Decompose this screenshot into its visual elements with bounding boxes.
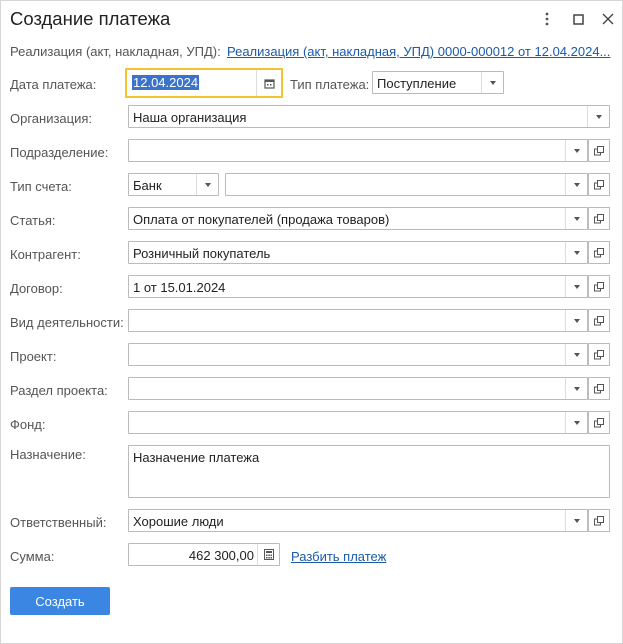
open-contract-button[interactable]: [588, 275, 610, 298]
account-type-label: Тип счета:: [10, 179, 72, 194]
chevron-down-icon[interactable]: [565, 344, 587, 365]
open-division-button[interactable]: [588, 139, 610, 162]
project-section-label: Раздел проекта:: [10, 383, 108, 398]
basis-document-link[interactable]: Реализация (акт, накладная, УПД) 0000-00…: [227, 44, 610, 59]
chevron-down-icon[interactable]: [196, 174, 218, 195]
amount-value: 462 300,00: [188, 548, 254, 563]
calendar-icon[interactable]: [256, 70, 281, 96]
responsible-value: Хорошие люди: [133, 514, 224, 529]
contract-select[interactable]: 1 от 15.01.2024: [128, 275, 588, 298]
calculator-icon[interactable]: [257, 544, 279, 565]
article-label: Статья:: [10, 213, 56, 228]
open-icon: [594, 515, 604, 525]
project-label: Проект:: [10, 349, 57, 364]
organization-select[interactable]: Наша организация: [128, 105, 610, 128]
open-icon: [594, 247, 604, 257]
create-button[interactable]: Создать: [10, 587, 110, 615]
article-select[interactable]: Оплата от покупателей (продажа товаров): [128, 207, 588, 230]
open-icon: [594, 281, 604, 291]
open-icon: [594, 213, 604, 223]
contract-value: 1 от 15.01.2024: [133, 280, 226, 295]
chevron-down-icon[interactable]: [565, 208, 587, 229]
chevron-down-icon[interactable]: [481, 72, 503, 93]
purpose-label: Назначение:: [10, 447, 86, 462]
split-payment-link[interactable]: Разбить платеж: [291, 549, 386, 564]
project-select[interactable]: [128, 343, 588, 366]
date-field[interactable]: 12.04.2024: [125, 68, 283, 98]
division-select[interactable]: [128, 139, 588, 162]
organization-value: Наша организация: [133, 110, 247, 125]
amount-label: Сумма:: [10, 549, 55, 564]
chevron-down-icon[interactable]: [565, 378, 587, 399]
date-value: 12.04.2024: [132, 75, 200, 90]
project-section-select[interactable]: [128, 377, 588, 400]
chevron-down-icon[interactable]: [565, 310, 587, 331]
chevron-down-icon[interactable]: [565, 242, 587, 263]
chevron-down-icon[interactable]: [565, 276, 587, 297]
fund-label: Фонд:: [10, 417, 46, 432]
open-icon: [594, 349, 604, 359]
close-icon[interactable]: [599, 10, 617, 28]
account-select[interactable]: [225, 173, 588, 196]
dialog-title: Создание платежа: [10, 8, 171, 29]
open-project-section-button[interactable]: [588, 377, 610, 400]
division-label: Подразделение:: [10, 145, 109, 160]
counterparty-label: Контрагент:: [10, 247, 81, 262]
date-label: Дата платежа:: [10, 77, 97, 92]
maximize-icon[interactable]: [569, 10, 587, 28]
account-type-value: Банк: [133, 178, 162, 193]
open-icon: [594, 315, 604, 325]
chevron-down-icon[interactable]: [565, 140, 587, 161]
open-counterparty-button[interactable]: [588, 241, 610, 264]
payment-type-value: Поступление: [377, 76, 457, 91]
payment-type-label: Тип платежа:: [290, 77, 370, 92]
activity-select[interactable]: [128, 309, 588, 332]
open-fund-button[interactable]: [588, 411, 610, 434]
counterparty-value: Розничный покупатель: [133, 246, 271, 261]
responsible-label: Ответственный:: [10, 515, 107, 530]
open-account-button[interactable]: [588, 173, 610, 196]
open-responsible-button[interactable]: [588, 509, 610, 532]
basis-label: Реализация (акт, накладная, УПД):: [10, 44, 221, 59]
account-type-select[interactable]: Банк: [128, 173, 219, 196]
purpose-placeholder: Назначение платежа: [133, 450, 260, 465]
chevron-down-icon[interactable]: [565, 510, 587, 531]
article-value: Оплата от покупателей (продажа товаров): [133, 212, 390, 227]
amount-field[interactable]: 462 300,00: [128, 543, 280, 566]
open-project-button[interactable]: [588, 343, 610, 366]
open-article-button[interactable]: [588, 207, 610, 230]
chevron-down-icon[interactable]: [565, 412, 587, 433]
contract-label: Договор:: [10, 281, 63, 296]
chevron-down-icon[interactable]: [587, 106, 609, 127]
more-icon[interactable]: [538, 10, 556, 28]
open-icon: [594, 383, 604, 393]
organization-label: Организация:: [10, 111, 93, 126]
payment-type-select[interactable]: Поступление: [372, 71, 504, 94]
chevron-down-icon[interactable]: [565, 174, 587, 195]
open-icon: [594, 145, 604, 155]
open-icon: [594, 417, 604, 427]
purpose-textarea[interactable]: Назначение платежа: [128, 445, 610, 498]
activity-label: Вид деятельности:: [10, 315, 124, 330]
open-icon: [594, 179, 604, 189]
responsible-select[interactable]: Хорошие люди: [128, 509, 588, 532]
open-activity-button[interactable]: [588, 309, 610, 332]
fund-select[interactable]: [128, 411, 588, 434]
payment-dialog: Создание платежа Реализация (акт, наклад…: [0, 0, 623, 644]
counterparty-select[interactable]: Розничный покупатель: [128, 241, 588, 264]
